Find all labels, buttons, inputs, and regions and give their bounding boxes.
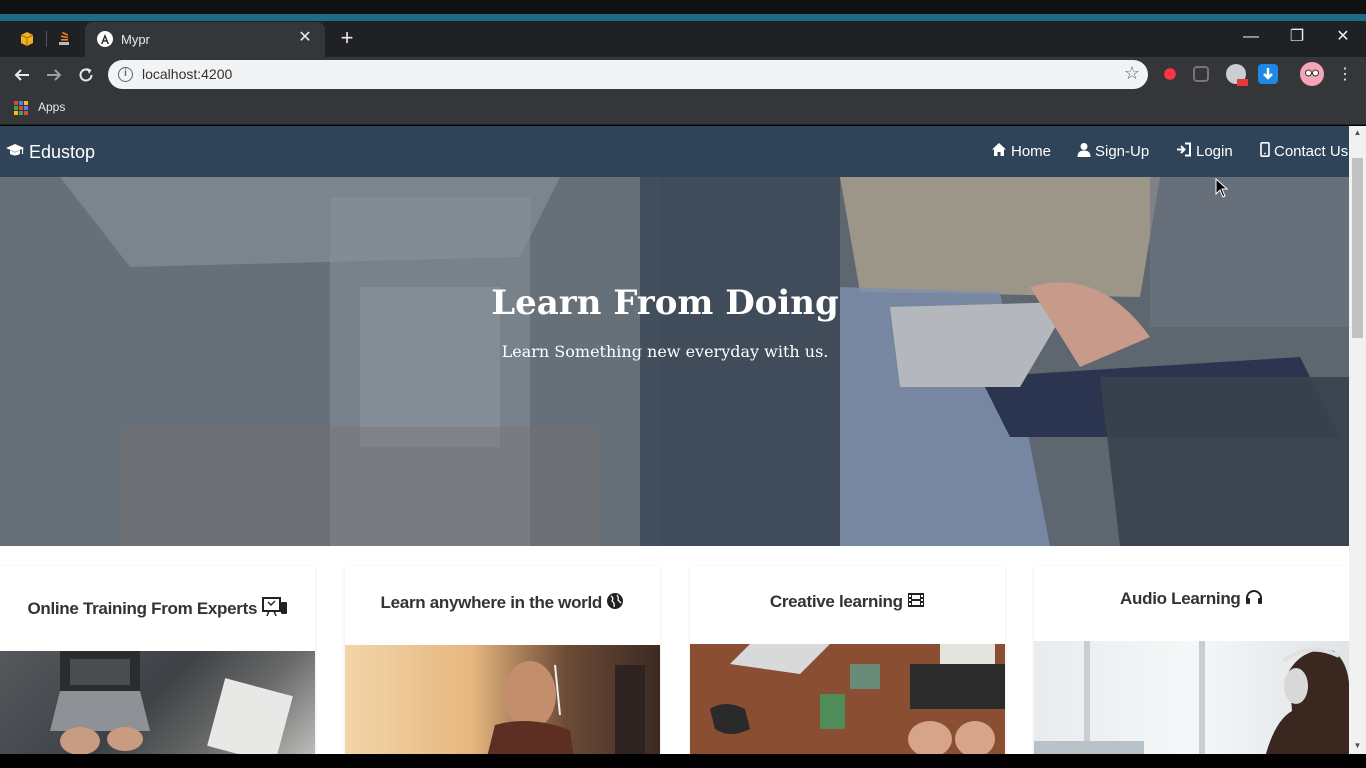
menu-kebab-icon[interactable]: ⋮ xyxy=(1333,63,1357,87)
new-tab-button[interactable]: + xyxy=(336,27,358,49)
window-accent-strip xyxy=(0,14,1366,21)
card-title: Creative learning xyxy=(690,592,1005,613)
feature-card-creative-learning[interactable]: Creative learning xyxy=(690,566,1005,754)
hero-background-photo xyxy=(0,177,1349,546)
back-arrow-icon[interactable] xyxy=(10,63,34,87)
nav-contact-label: Contact Us xyxy=(1274,143,1349,160)
nav-signup-label: Sign-Up xyxy=(1095,143,1150,160)
headphones-icon xyxy=(1245,589,1263,610)
active-tab[interactable]: Mypr ✕ xyxy=(85,22,325,57)
browser-toolbar: i localhost:4200 ☆ ⋮ xyxy=(0,57,1366,93)
nav-home-label: Home xyxy=(1011,143,1052,160)
card-title: Audio Learning xyxy=(1034,589,1349,610)
card-image-laptop-training xyxy=(0,651,315,754)
scroll-down-arrow-icon[interactable]: ▼ xyxy=(1352,741,1363,752)
url-text[interactable]: localhost:4200 xyxy=(142,66,232,82)
profile-avatar[interactable] xyxy=(1300,62,1324,86)
user-icon xyxy=(1077,142,1091,161)
card-title-text: Learn anywhere in the world xyxy=(380,592,603,612)
bookmarks-bar: Apps xyxy=(0,93,1366,125)
brand-name: Edustop xyxy=(29,142,96,162)
presentation-icon xyxy=(261,596,288,623)
brand-link[interactable]: Edustop xyxy=(5,142,95,163)
apps-bookmark[interactable]: Apps xyxy=(38,100,65,114)
film-icon xyxy=(907,592,925,613)
card-title-text: Audio Learning xyxy=(1120,589,1241,608)
apps-grid-icon[interactable] xyxy=(14,101,28,115)
extension-cloud-icon[interactable] xyxy=(1226,64,1248,86)
address-bar[interactable]: i localhost:4200 ☆ xyxy=(108,60,1148,89)
opera-extension-icon[interactable] xyxy=(1160,64,1180,84)
login-icon xyxy=(1176,142,1192,161)
tab-strip: Mypr ✕ + — ❐ ✕ xyxy=(0,21,1366,57)
home-icon xyxy=(991,142,1007,161)
feature-card-online-training[interactable]: Online Training From Experts xyxy=(0,566,315,754)
nav-contact[interactable]: Contact Us xyxy=(1260,142,1348,161)
feature-card-learn-anywhere[interactable]: Learn anywhere in the world xyxy=(345,566,660,754)
feature-card-audio-learning[interactable]: Audio Learning xyxy=(1034,566,1349,754)
scrollbar-thumb[interactable] xyxy=(1352,158,1363,338)
reload-icon[interactable] xyxy=(74,63,98,87)
page-scrollbar[interactable]: ▲ ▼ xyxy=(1349,126,1366,754)
angular-favicon-icon xyxy=(97,31,113,47)
nav-signup[interactable]: Sign-Up xyxy=(1077,142,1149,161)
tab-title: Mypr xyxy=(121,32,150,47)
screen-bottom-strip xyxy=(0,754,1366,768)
card-title-text: Creative learning xyxy=(769,592,903,611)
mobile-phone-icon xyxy=(1260,142,1270,161)
hero-banner: Learn From Doing Learn Something new eve… xyxy=(0,177,1349,546)
card-title: Learn anywhere in the world xyxy=(345,592,660,615)
globe-icon xyxy=(606,592,624,615)
card-title: Online Training From Experts xyxy=(0,596,315,623)
close-window-button[interactable]: ✕ xyxy=(1320,25,1366,49)
nav-login-label: Login xyxy=(1196,143,1233,160)
tab-separator xyxy=(46,31,47,47)
tab-close-icon[interactable]: ✕ xyxy=(295,28,315,48)
hero-title: Learn From Doing xyxy=(491,283,839,323)
bookmark-star-icon[interactable]: ☆ xyxy=(1124,63,1140,84)
pinned-tab-box-icon[interactable] xyxy=(16,29,38,49)
site-info-icon[interactable]: i xyxy=(118,67,133,82)
forward-arrow-icon[interactable] xyxy=(42,63,66,87)
pinned-tab-stackoverflow-icon[interactable] xyxy=(53,29,75,49)
mouse-cursor-icon xyxy=(1215,178,1229,198)
download-extension-icon[interactable] xyxy=(1258,64,1278,84)
card-image-workbench xyxy=(690,644,1005,754)
minimize-button[interactable]: — xyxy=(1228,25,1274,49)
page-viewport: Edustop Home Sign-Up Login Contact Us Le… xyxy=(0,126,1349,754)
nav-login[interactable]: Login xyxy=(1176,142,1233,161)
hero-subtitle: Learn Something new everyday with us. xyxy=(501,342,829,361)
extension-c-icon[interactable] xyxy=(1193,66,1209,82)
screen-top-strip xyxy=(0,0,1366,14)
site-navbar: Edustop Home Sign-Up Login Contact Us xyxy=(0,126,1349,177)
card-title-text: Online Training From Experts xyxy=(27,598,258,618)
card-image-traveler xyxy=(345,645,660,754)
restore-button[interactable]: ❐ xyxy=(1274,25,1320,49)
card-image-headphones-student xyxy=(1034,641,1349,754)
nav-home[interactable]: Home xyxy=(991,142,1051,161)
graduation-cap-icon xyxy=(5,142,25,163)
scroll-up-arrow-icon[interactable]: ▲ xyxy=(1352,128,1363,139)
